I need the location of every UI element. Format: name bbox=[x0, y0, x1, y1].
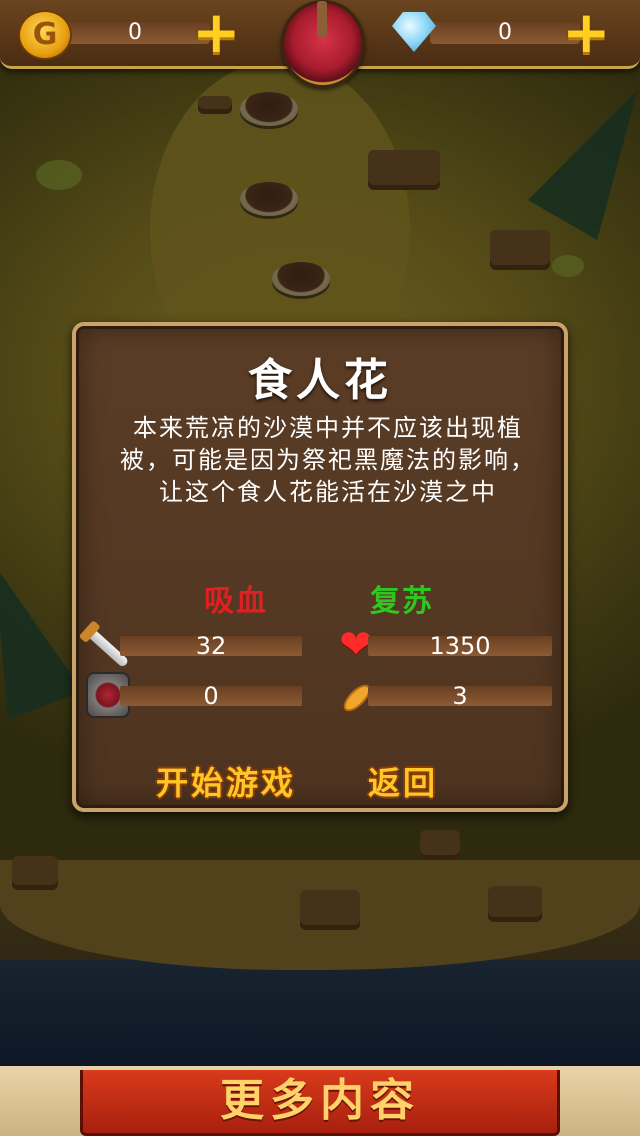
monster-info-dialog: 食人花 本来荒凉的沙漠中并不应该出现植被，可能是因为祭祀黑魔法的影响，让这个食人… bbox=[72, 322, 568, 812]
health-value: 1350 bbox=[429, 632, 491, 660]
emblem-icon[interactable] bbox=[281, 0, 365, 88]
monster-description: 本来荒凉的沙漠中并不应该出现植被，可能是因为祭祀黑魔法的影响，让这个食人花能活在… bbox=[120, 414, 536, 506]
defense-value: 0 bbox=[203, 682, 219, 710]
start-game-button[interactable]: 开始游戏 bbox=[156, 758, 296, 804]
add-gems-button[interactable]: + bbox=[562, 3, 611, 61]
coin-icon: G bbox=[18, 10, 72, 60]
gem-counter-bar: 0 bbox=[430, 22, 580, 44]
attack-value: 32 bbox=[195, 632, 227, 660]
coin-count: 0 bbox=[128, 20, 142, 45]
skill-revive-label: 复苏 bbox=[370, 584, 434, 619]
health-bar: 1350 bbox=[368, 634, 552, 658]
attack-bar: 32 bbox=[120, 634, 302, 658]
coin-counter-bar: 0 bbox=[60, 22, 210, 44]
add-coins-button[interactable]: + bbox=[192, 3, 241, 61]
defense-bar: 0 bbox=[120, 684, 302, 708]
monster-name: 食人花 bbox=[248, 355, 392, 406]
more-content-button[interactable]: 更多内容 bbox=[80, 1070, 560, 1136]
gem-count: 0 bbox=[498, 20, 512, 45]
gem-icon bbox=[392, 12, 436, 52]
skill-lifesteal-label: 吸血 bbox=[204, 584, 268, 619]
speed-bar: 3 bbox=[368, 684, 552, 708]
back-button[interactable]: 返回 bbox=[368, 758, 438, 804]
speed-value: 3 bbox=[452, 682, 468, 710]
